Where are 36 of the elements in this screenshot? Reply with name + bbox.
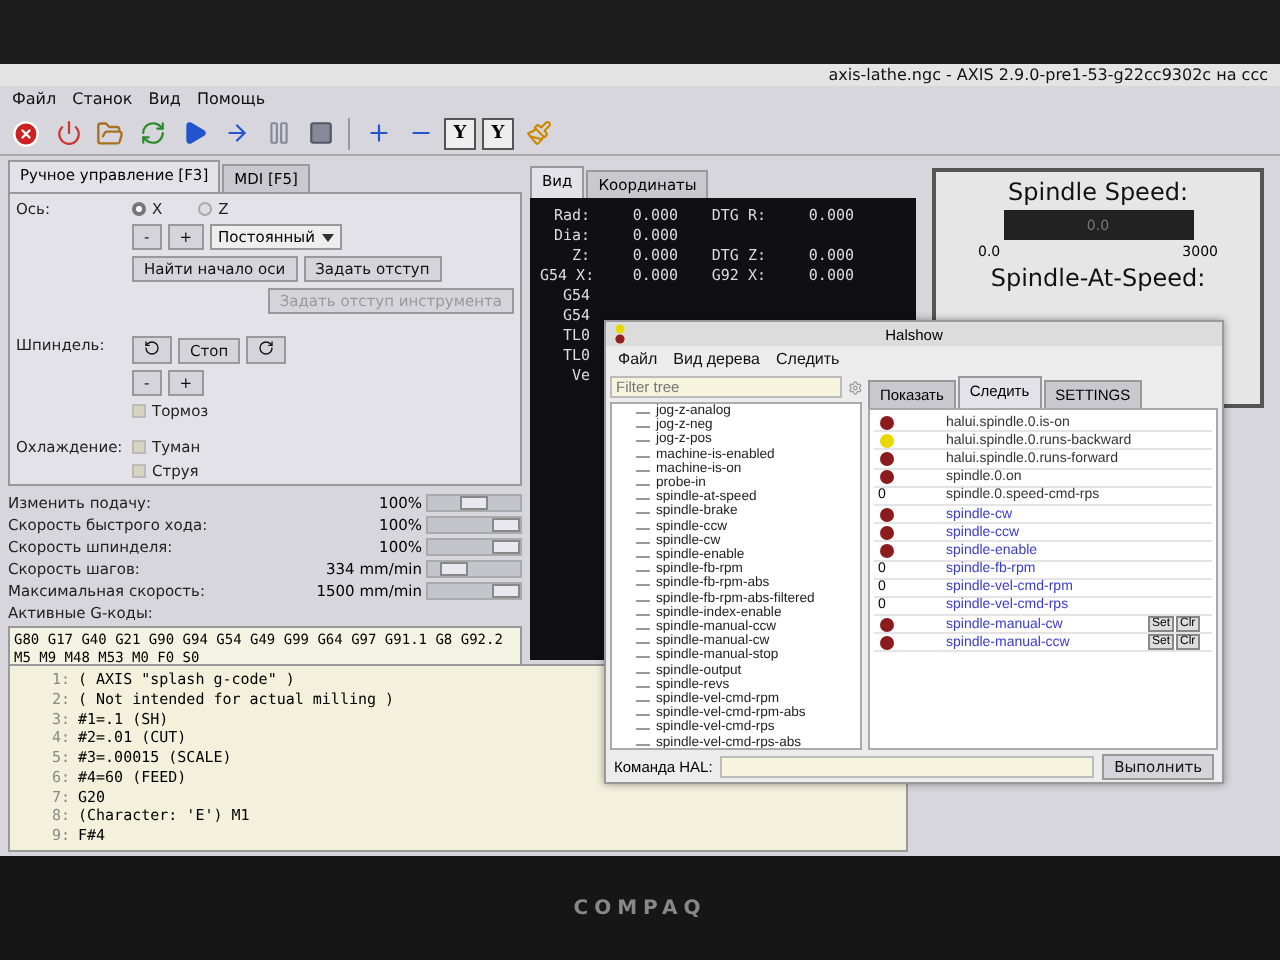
menu-item[interactable]: Файл [12, 90, 57, 108]
slider-thumb[interactable] [460, 496, 488, 510]
checkbox[interactable] [132, 440, 146, 454]
slider-thumb[interactable] [492, 540, 520, 554]
command-field[interactable] [720, 755, 1095, 777]
rotate-right-icon [258, 340, 275, 356]
ccw-button[interactable] [132, 336, 172, 364]
settings-icon[interactable] [847, 379, 862, 395]
radio-button[interactable] [198, 202, 213, 216]
slider[interactable] [426, 560, 522, 578]
slider[interactable] [426, 538, 522, 556]
menu-item[interactable]: Вид дерева [673, 350, 760, 368]
cw-button[interactable] [246, 336, 287, 364]
slider-thumb[interactable] [492, 518, 520, 532]
window-title: axis-lathe.ngc - AXIS 2.9.0-pre1-53-g22cc9302c на ccc [828, 66, 1268, 84]
view-button[interactable]: Y [482, 117, 514, 149]
slider[interactable] [426, 494, 522, 512]
menu-item[interactable]: Помощь [196, 90, 266, 108]
app-icon [612, 324, 628, 344]
menu-item[interactable]: Вид [148, 90, 181, 108]
menu-item[interactable]: Станок [72, 90, 133, 108]
slider[interactable] [426, 582, 522, 600]
slider[interactable] [426, 516, 522, 534]
menu-item[interactable]: Следить [776, 350, 840, 368]
panel-title: Spindle Speed: [1008, 178, 1188, 206]
panel-title: Spindle-At-Speed: [990, 264, 1206, 292]
estop-icon[interactable] [8, 115, 44, 151]
view-button[interactable]: Y [444, 117, 476, 149]
checkbox[interactable] [132, 404, 146, 418]
menu-item[interactable]: Файл [618, 350, 658, 368]
rotate-left-icon [144, 340, 160, 356]
radio-button[interactable] [132, 202, 146, 216]
checkbox[interactable] [132, 464, 146, 478]
bezel-logo: COMPAQ [573, 897, 707, 919]
slider-thumb[interactable] [440, 562, 469, 576]
slider-thumb[interactable] [492, 584, 520, 598]
